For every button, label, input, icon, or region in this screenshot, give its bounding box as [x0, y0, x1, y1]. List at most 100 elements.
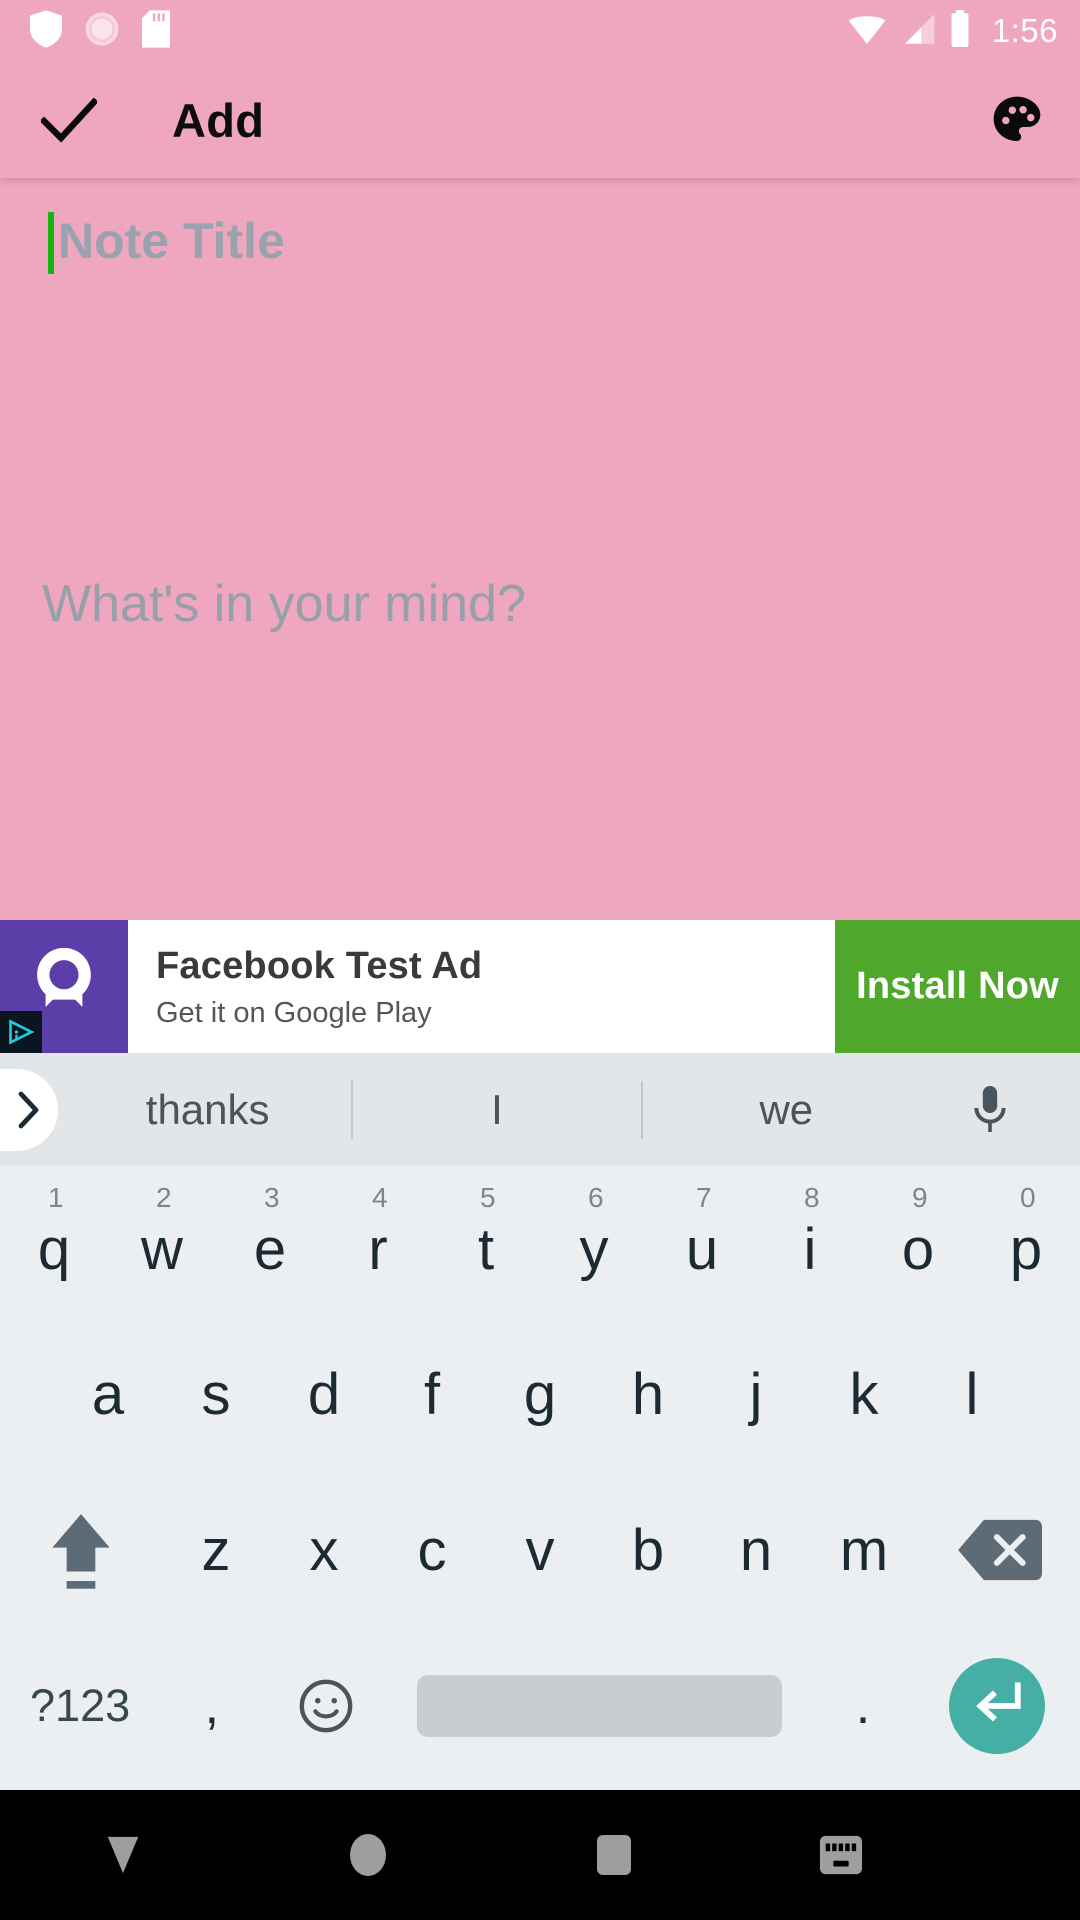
soft-keyboard: thanks I we 1q 2w 3e 4r 5t 6 y 7 u 8 i 9…: [0, 1053, 1080, 1790]
key-g[interactable]: g: [486, 1316, 594, 1472]
phone-screen: 1:56 Add Note Title What's in your mind?: [0, 0, 1080, 1920]
key-o-number: 9: [912, 1182, 928, 1213]
comma-key[interactable]: ,: [160, 1628, 263, 1784]
confirm-save-button[interactable]: [38, 89, 100, 151]
battery-icon: [949, 10, 971, 52]
page-title: Add: [172, 93, 265, 147]
suggestion-list: thanks I we: [0, 1080, 1080, 1139]
key-r-letter: r: [368, 1216, 388, 1282]
key-h[interactable]: h: [594, 1316, 702, 1472]
keyboard-row-4: ?123 , .: [0, 1628, 1080, 1784]
key-q-number: 1: [48, 1182, 64, 1213]
key-c[interactable]: c: [378, 1472, 486, 1628]
app-bar: Add: [0, 62, 1080, 178]
key-e[interactable]: 3e: [216, 1166, 324, 1316]
ad-install-button[interactable]: Install Now: [835, 920, 1080, 1053]
nav-keyboard-switcher-button[interactable]: [736, 1790, 945, 1920]
status-bar-left-icons: [30, 9, 170, 53]
note-content-placeholder[interactable]: What's in your mind?: [42, 574, 526, 634]
key-x[interactable]: x: [270, 1472, 378, 1628]
dismiss-keyboard-triangle-icon: [107, 1836, 138, 1874]
key-k[interactable]: k: [810, 1316, 918, 1472]
shield-icon: [30, 9, 62, 53]
key-a[interactable]: a: [54, 1316, 162, 1472]
key-t[interactable]: 5t: [432, 1166, 540, 1316]
keyboard-switcher-icon: [819, 1835, 862, 1875]
status-bar: 1:56: [0, 0, 1080, 62]
key-v[interactable]: v: [486, 1472, 594, 1628]
key-e-letter: e: [253, 1216, 287, 1282]
note-editor[interactable]: Note Title What's in your mind?: [0, 178, 1080, 920]
key-t-number: 5: [480, 1182, 496, 1213]
ad-banner[interactable]: Facebook Test Ad Get it on Google Play I…: [0, 920, 1080, 1053]
key-w-letter: w: [141, 1216, 183, 1282]
sd-card-icon: [142, 9, 170, 53]
backspace-key[interactable]: [918, 1472, 1080, 1628]
palette-icon[interactable]: [986, 89, 1048, 151]
enter-arrow-icon: [949, 1658, 1046, 1754]
keyboard-row-3: z x c v b n m: [0, 1472, 1080, 1628]
key-w-number: 2: [156, 1182, 172, 1213]
key-m[interactable]: m: [810, 1472, 918, 1628]
key-r[interactable]: 4r: [324, 1166, 432, 1316]
spacebar-key[interactable]: [388, 1628, 812, 1784]
microphone-icon[interactable]: [930, 1084, 1050, 1136]
key-y-letter: y: [579, 1216, 609, 1282]
sync-circle-icon: [84, 11, 120, 52]
key-f[interactable]: f: [378, 1316, 486, 1472]
spacebar-surface: [417, 1675, 782, 1737]
key-j[interactable]: j: [702, 1316, 810, 1472]
note-title-field[interactable]: Note Title: [48, 208, 285, 274]
nav-home-button[interactable]: [245, 1790, 490, 1920]
ad-install-label: Install Now: [856, 965, 1059, 1007]
symbols-key[interactable]: ?123: [0, 1628, 160, 1784]
key-y[interactable]: 6y: [540, 1166, 648, 1316]
key-i[interactable]: 8i: [756, 1166, 864, 1316]
wifi-icon: [847, 12, 887, 51]
key-e-number: 3: [264, 1182, 280, 1213]
status-bar-clock: 1:56: [991, 12, 1058, 49]
nav-recents-button[interactable]: [491, 1790, 736, 1920]
key-u-letter: u: [685, 1216, 719, 1282]
key-p[interactable]: 0p: [972, 1166, 1080, 1316]
ad-title: Facebook Test Ad: [156, 944, 483, 987]
note-title-placeholder: Note Title: [58, 213, 285, 269]
key-s[interactable]: s: [162, 1316, 270, 1472]
suggestion-strip: thanks I we: [0, 1053, 1080, 1166]
backspace-icon: [956, 1513, 1042, 1587]
status-bar-right-icons: 1:56: [847, 10, 1058, 52]
key-u[interactable]: 7u: [648, 1166, 756, 1316]
key-i-number: 8: [804, 1182, 820, 1213]
key-y-number: 6: [588, 1182, 604, 1213]
key-o[interactable]: 9o: [864, 1166, 972, 1316]
key-b[interactable]: b: [594, 1472, 702, 1628]
key-i-letter: i: [803, 1216, 817, 1282]
emoji-smiley-icon: [299, 1679, 352, 1733]
key-q[interactable]: 1q: [0, 1166, 108, 1316]
keyboard-row-2: a s d f g h j k l: [0, 1316, 1080, 1472]
adchoices-icon[interactable]: [0, 1011, 42, 1053]
emoji-key[interactable]: [264, 1628, 388, 1784]
shift-key[interactable]: [0, 1472, 162, 1628]
key-n[interactable]: n: [702, 1472, 810, 1628]
key-t-letter: t: [477, 1216, 495, 1282]
key-o-letter: o: [901, 1216, 935, 1282]
key-q-letter: q: [37, 1216, 71, 1282]
suggestion-2[interactable]: we: [643, 1086, 930, 1134]
navigation-bar: [0, 1790, 1080, 1920]
period-key[interactable]: .: [811, 1628, 914, 1784]
ad-subtitle: Get it on Google Play: [156, 996, 432, 1029]
enter-key[interactable]: [915, 1628, 1080, 1784]
suggestion-1[interactable]: I: [353, 1086, 640, 1134]
key-z[interactable]: z: [162, 1472, 270, 1628]
key-w[interactable]: 2w: [108, 1166, 216, 1316]
suggestion-0[interactable]: thanks: [64, 1086, 351, 1134]
key-p-letter: p: [1009, 1216, 1043, 1282]
keyboard-row-1: 1q 2w 3e 4r 5t 6y 7u 8i 9o 0p: [0, 1166, 1080, 1316]
text-caret: [48, 212, 54, 274]
cell-signal-icon: [900, 12, 936, 51]
key-p-number: 0: [1020, 1182, 1036, 1213]
nav-back-button[interactable]: [0, 1790, 245, 1920]
key-d[interactable]: d: [270, 1316, 378, 1472]
key-l[interactable]: l: [918, 1316, 1026, 1472]
